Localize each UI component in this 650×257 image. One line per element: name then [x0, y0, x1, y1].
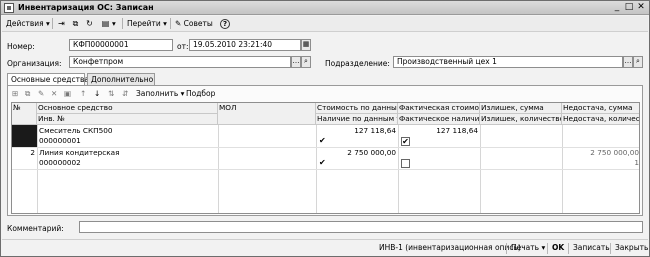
division-select-button[interactable]: …	[623, 56, 633, 68]
number-label: Номер:	[7, 42, 35, 51]
move-down-icon[interactable]: ↓	[94, 88, 100, 100]
col-header-cost[interactable]: Стоимость по данны...	[316, 103, 398, 114]
close-button[interactable]: Закрыть	[615, 243, 648, 252]
ok-button[interactable]: OK	[552, 243, 564, 252]
actions-menu[interactable]: Действия ▾	[6, 17, 50, 30]
goto-menu[interactable]: Перейти ▾	[127, 17, 167, 30]
minimize-button[interactable]: _	[611, 2, 623, 13]
fill-label: Заполнить	[136, 89, 179, 98]
post-and-close-icon[interactable]: ⇥	[56, 17, 67, 30]
row-1-fact-cost[interactable]: 127 118,64	[398, 126, 480, 136]
fill-menu[interactable]: Заполнить ▾	[136, 88, 184, 100]
organization-label: Организация:	[7, 59, 62, 68]
col-header-number: №	[12, 103, 37, 125]
tips-label: Советы	[183, 19, 213, 28]
comment-field[interactable]	[79, 221, 643, 233]
row-2-fact-availability-checkbox[interactable]	[401, 159, 410, 168]
refresh-icon[interactable]: ↻	[84, 17, 95, 30]
calendar-icon[interactable]: ▦	[301, 39, 311, 51]
organization-select-button[interactable]: …	[291, 56, 301, 68]
row-1-availability-check-icon: ✔	[319, 136, 326, 145]
copy-icon[interactable]: ⧉	[70, 17, 81, 30]
col-header-shortage-qty[interactable]: Недостача, количество	[562, 114, 639, 125]
delete-row-icon[interactable]: ✕	[51, 88, 57, 100]
row-1-fact-availability-checkbox[interactable]: ✔	[401, 137, 410, 146]
title-bar: Инвентаризация ОС: Записан _ □ ✕	[1, 1, 649, 15]
edit-row-icon[interactable]: ✎	[38, 88, 44, 100]
tips-button[interactable]: ✎ Советы	[175, 17, 213, 30]
row-2-inv[interactable]: 000000002	[39, 158, 217, 168]
organization-search-icon[interactable]: ⌕	[301, 56, 311, 68]
date-from-label: от:	[177, 42, 189, 51]
end-edit-icon[interactable]: ▣	[64, 88, 71, 100]
add-row-icon[interactable]: ⊞	[12, 88, 18, 100]
division-label: Подразделение:	[325, 59, 390, 68]
select-label: Подбор	[186, 89, 216, 98]
division-field[interactable]: Производственный цех 1	[393, 56, 623, 68]
col-header-shortage-sum[interactable]: Недостача, сумма	[562, 103, 639, 114]
row-2-availability-check-icon: ✔	[319, 158, 326, 167]
print-menu[interactable]: Печать ▾	[511, 243, 545, 252]
actions-label: Действия	[6, 19, 44, 28]
number-field[interactable]: КФП00000001	[69, 39, 173, 51]
comment-label: Комментарий:	[7, 224, 64, 233]
inv1-print-form-link[interactable]: ИНВ-1 (инвентаризационная опись)	[379, 243, 521, 252]
col-header-surplus-qty[interactable]: Излишек, количество	[480, 114, 562, 125]
movements-icon[interactable]: ▤	[100, 17, 111, 30]
organization-field[interactable]: Конфетпром	[69, 56, 291, 68]
window-title: Инвентаризация ОС: Записан	[18, 3, 154, 12]
row-2-asset[interactable]: Линия кондитерская	[39, 148, 217, 158]
row-2-shortage-sum: 2 750 000,00	[590, 148, 639, 157]
row-1-asset[interactable]: Смеситель СКП500	[39, 126, 217, 136]
col-header-fact-availability[interactable]: Фактическое наличие	[398, 114, 480, 125]
col-header-inv[interactable]: Инв. №	[37, 114, 218, 125]
tab-additional[interactable]: Дополнительно	[87, 73, 155, 85]
goto-label: Перейти	[127, 19, 161, 28]
bottom-command-bar: ИНВ-1 (инвентаризационная опись) Печать …	[2, 239, 648, 255]
row-1-selector[interactable]	[12, 125, 37, 147]
maximize-button[interactable]: □	[623, 2, 635, 13]
date-field[interactable]: 19.05.2010 23:21:40	[189, 39, 301, 51]
col-header-cost-availability[interactable]: Наличие по данным у...	[316, 114, 398, 125]
col-header-surplus-sum[interactable]: Излишек, сумма	[480, 103, 562, 114]
row-1-cost[interactable]: 127 118,64	[316, 126, 398, 136]
col-header-mol[interactable]: МОЛ	[218, 103, 316, 125]
fixed-assets-panel: ⊞ ⧉ ✎ ✕ ▣ ↑ ↓ ⇅ ⇵ Заполнить ▾ Подбор № О…	[7, 85, 643, 216]
help-button[interactable]: ?	[220, 17, 230, 30]
col-header-asset[interactable]: Основное средство	[37, 103, 218, 114]
division-search-icon[interactable]: ⌕	[633, 56, 643, 68]
sort-asc-icon[interactable]: ⇅	[108, 88, 114, 100]
select-button[interactable]: Подбор	[186, 88, 215, 100]
document-icon	[4, 3, 14, 13]
close-window-button[interactable]: ✕	[635, 2, 647, 13]
movements-dropdown-icon[interactable]: ▾	[112, 17, 116, 30]
save-button[interactable]: Записать	[573, 243, 610, 252]
move-up-icon[interactable]: ↑	[80, 88, 86, 100]
assets-table: № Основное средство Инв. № МОЛ Стоимость…	[11, 102, 640, 214]
command-bar: Действия ▾ ⇥ ⧉ ↻ ▤ ▾ Перейти ▾ ✎ Советы …	[2, 16, 648, 32]
print-label: Печать	[511, 243, 540, 252]
help-icon: ?	[220, 19, 230, 29]
col-header-fact-cost[interactable]: Фактическая стоимо...	[398, 103, 480, 114]
row-2-number: 2	[30, 148, 35, 157]
copy-row-icon[interactable]: ⧉	[25, 88, 30, 100]
document-window: Инвентаризация ОС: Записан _ □ ✕ Действи…	[0, 0, 650, 257]
row-1-inv[interactable]: 000000001	[39, 136, 217, 146]
sort-desc-icon[interactable]: ⇵	[122, 88, 128, 100]
row-2-shortage-qty: 1	[634, 158, 639, 167]
row-2-cost[interactable]: 2 750 000,00	[316, 148, 398, 158]
